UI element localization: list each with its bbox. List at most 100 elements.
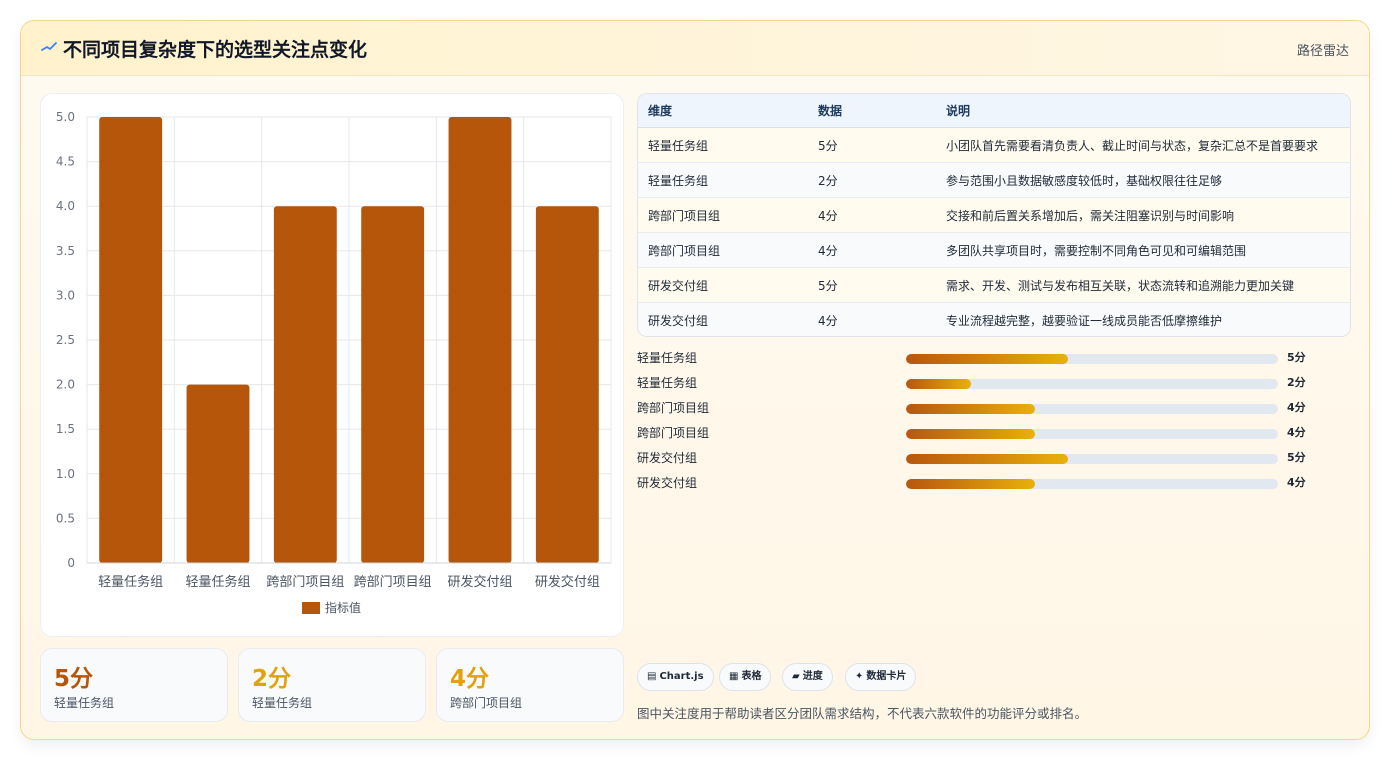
chip-label: 数据卡片 (866, 671, 907, 682)
chip-label: 表格 (741, 671, 762, 682)
y-tick-label: 0 (67, 556, 75, 570)
chip-0[interactable]: ▤ Chart.js (637, 663, 714, 691)
cell-dimension: 轻量任务组 (638, 162, 808, 198)
y-tick-label: 5.0 (56, 110, 75, 124)
progress-label: 跨部门项目组 (637, 426, 710, 440)
progress-row: 跨部门项目组 4分 (637, 397, 1349, 422)
header-tag: 路径雷达 (1296, 44, 1349, 59)
progress-track (906, 479, 1278, 489)
progress-value: 2分 (1287, 376, 1306, 389)
x-tick-label: 轻量任务组 (185, 574, 250, 590)
chip-label: 进度 (802, 671, 823, 682)
progress-track (906, 454, 1278, 464)
progress-track (906, 354, 1278, 364)
progress-label: 轻量任务组 (637, 376, 698, 390)
dashboard-card: 不同项目复杂度下的选型关注点变化 路径雷达 0 0.5 1.0 1.5 2.0 2.5 3.… (20, 20, 1370, 740)
table-row: 轻量任务组 5分 小团队首先需要看清负责人、截止时间与状态，复杂汇总不是首要要求 (638, 127, 1350, 163)
table-header-row: 维度 数据 说明 (638, 94, 1350, 128)
stat-label: 轻量任务组 (54, 696, 115, 710)
cell-dimension: 研发交付组 (638, 302, 808, 336)
table-row: 跨部门项目组 4分 多团队共享项目时，需要控制不同角色可见和可编辑范围 (638, 232, 1350, 268)
cell-description: 参与范围小且数据敏感度较低时，基础权限往往足够 (936, 162, 1350, 198)
x-tick-label: 研发交付组 (447, 574, 512, 590)
y-tick-label: 2.0 (56, 378, 75, 392)
x-tick-label: 研发交付组 (535, 574, 600, 590)
cell-data: 5分 (808, 267, 936, 303)
progress-value: 5分 (1287, 451, 1306, 464)
cell-dimension: 跨部门项目组 (638, 232, 808, 268)
stat-card: 2分 轻量任务组 (238, 648, 426, 722)
cell-description: 专业流程越完整，越要验证一线成员能否低摩擦维护 (936, 302, 1350, 336)
bar (273, 206, 337, 563)
y-tick-label: 0.5 (56, 511, 75, 525)
table-row: 轻量任务组 2分 参与范围小且数据敏感度较低时，基础权限往往足够 (638, 162, 1350, 198)
bar (448, 117, 512, 563)
cell-description: 需求、开发、测试与发布相互关联，状态流转和追溯能力更加关键 (936, 267, 1350, 303)
progress-value: 4分 (1287, 426, 1306, 439)
progress-fill (906, 404, 1036, 414)
trend-line-icon (41, 42, 57, 51)
progress-track (906, 379, 1278, 389)
stat-value: 5分 (54, 666, 94, 692)
bar (186, 384, 250, 563)
page-title: 不同项目复杂度下的选型关注点变化 (63, 39, 368, 61)
bar (535, 206, 599, 563)
bar-chart: 0 0.5 1.0 1.5 2.0 2.5 3.0 3.5 4.0 4.5 5.0 轻量任务组 轻量任务… (56, 110, 612, 615)
cell-data: 4分 (808, 197, 936, 233)
y-tick-label: 3.0 (56, 288, 75, 302)
column-header-data: 数据 (808, 94, 936, 128)
x-tick-label: 轻量任务组 (98, 574, 163, 590)
column-header-description: 说明 (936, 94, 1350, 128)
chip-1[interactable]: ▦ 表格 (719, 663, 772, 691)
y-tick-label: 4.5 (56, 155, 75, 169)
progress-row: 轻量任务组 5分 (637, 347, 1349, 372)
cell-dimension: 轻量任务组 (638, 127, 808, 163)
cell-data: 4分 (808, 302, 936, 336)
cell-data: 5分 (808, 127, 936, 163)
chip-3[interactable]: ✦ 数据卡片 (845, 663, 917, 691)
sparkle-icon: ✦ (855, 671, 864, 682)
progress-list: 轻量任务组 5分 轻量任务组 2分 跨部门项目组 4分 跨部门项目组 4分 研发交付组 5分 研发交… (637, 347, 1349, 497)
progress-value: 5分 (1287, 351, 1306, 364)
progress-row: 跨部门项目组 4分 (637, 422, 1349, 447)
y-tick-label: 3.5 (56, 244, 75, 258)
cell-data: 4分 (808, 232, 936, 268)
x-tick-label: 跨部门项目组 (266, 575, 344, 590)
progress-label: 跨部门项目组 (637, 401, 710, 415)
stat-label: 轻量任务组 (252, 696, 313, 710)
column-header-dimension: 维度 (638, 94, 808, 128)
cell-description: 交接和前后置关系增加后，需关注阻塞识别与时间影响 (936, 197, 1350, 233)
chart-icon: ▤ (647, 671, 657, 682)
cell-description: 多团队共享项目时，需要控制不同角色可见和可编辑范围 (936, 232, 1350, 268)
progress-row: 研发交付组 5分 (637, 447, 1349, 472)
progress-fill (906, 354, 1068, 364)
progress-row: 轻量任务组 2分 (637, 372, 1349, 397)
progress-fill (906, 429, 1036, 439)
stat-card: 5分轻量任务组 (40, 648, 228, 722)
progress-fill (906, 479, 1036, 489)
footnote: 图中关注度用于帮助读者区分团队需求结构，不代表六款软件的功能评分或排名。 (637, 706, 1088, 721)
stat-value: 4分 (450, 666, 490, 692)
chip-2[interactable]: ▰ 进度 (782, 663, 833, 691)
bar (99, 117, 163, 563)
y-tick-label: 1.0 (56, 467, 75, 481)
progress-value: 4分 (1287, 476, 1306, 489)
progress-icon: ▰ (792, 671, 800, 682)
progress-fill (906, 454, 1068, 464)
y-tick-label: 2.5 (56, 333, 75, 347)
stat-label: 跨部门项目组 (450, 696, 523, 710)
bar (361, 206, 425, 563)
cell-description: 小团队首先需要看清负责人、截止时间与状态，复杂汇总不是首要要求 (936, 127, 1350, 163)
progress-label: 研发交付组 (637, 451, 698, 465)
progress-track (906, 429, 1278, 439)
chip-label: Chart.js (659, 671, 704, 682)
table-icon: ▦ (729, 671, 739, 682)
progress-label: 轻量任务组 (637, 351, 698, 365)
progress-label: 研发交付组 (637, 476, 698, 490)
card-header: 不同项目复杂度下的选型关注点变化 路径雷达 (21, 21, 1369, 76)
table-row: 研发交付组 5分 需求、开发、测试与发布相互关联，状态流转和追溯能力更加关键 (638, 267, 1350, 303)
legend-label: 指标值 (325, 600, 361, 615)
x-tick-label: 跨部门项目组 (354, 575, 432, 590)
cell-dimension: 研发交付组 (638, 267, 808, 303)
legend-swatch (302, 602, 320, 614)
